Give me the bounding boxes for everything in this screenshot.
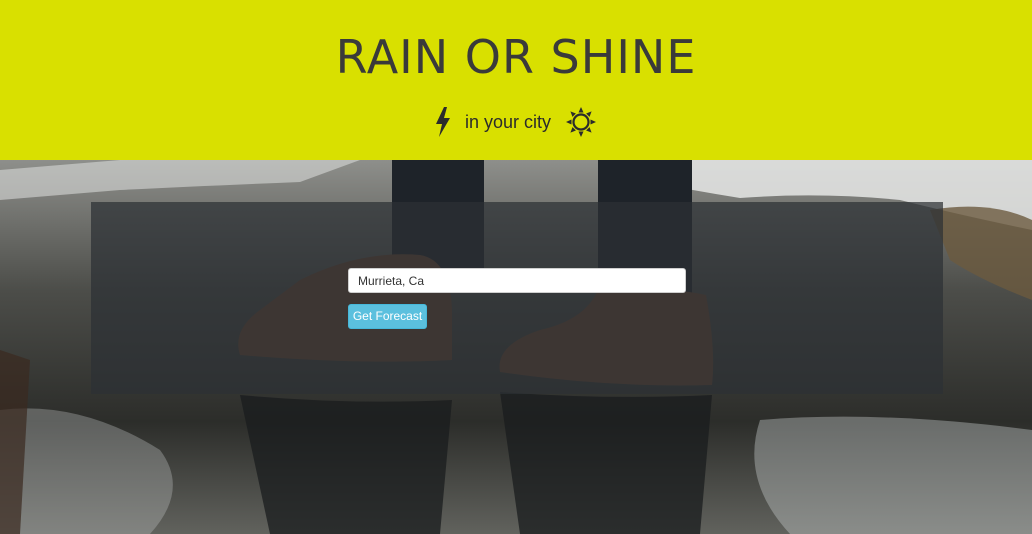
- tagline: in your city: [0, 104, 1032, 140]
- sun-icon: [565, 106, 597, 138]
- tagline-text: in your city: [464, 111, 552, 132]
- get-forecast-button[interactable]: Get Forecast: [348, 304, 427, 329]
- app-title: RAIN OR SHINE: [335, 30, 697, 84]
- search-panel: [91, 202, 943, 394]
- lightning-bolt-icon: [435, 107, 451, 137]
- city-input[interactable]: [348, 268, 686, 293]
- header-banner: RAIN OR SHINE in your city: [0, 0, 1032, 160]
